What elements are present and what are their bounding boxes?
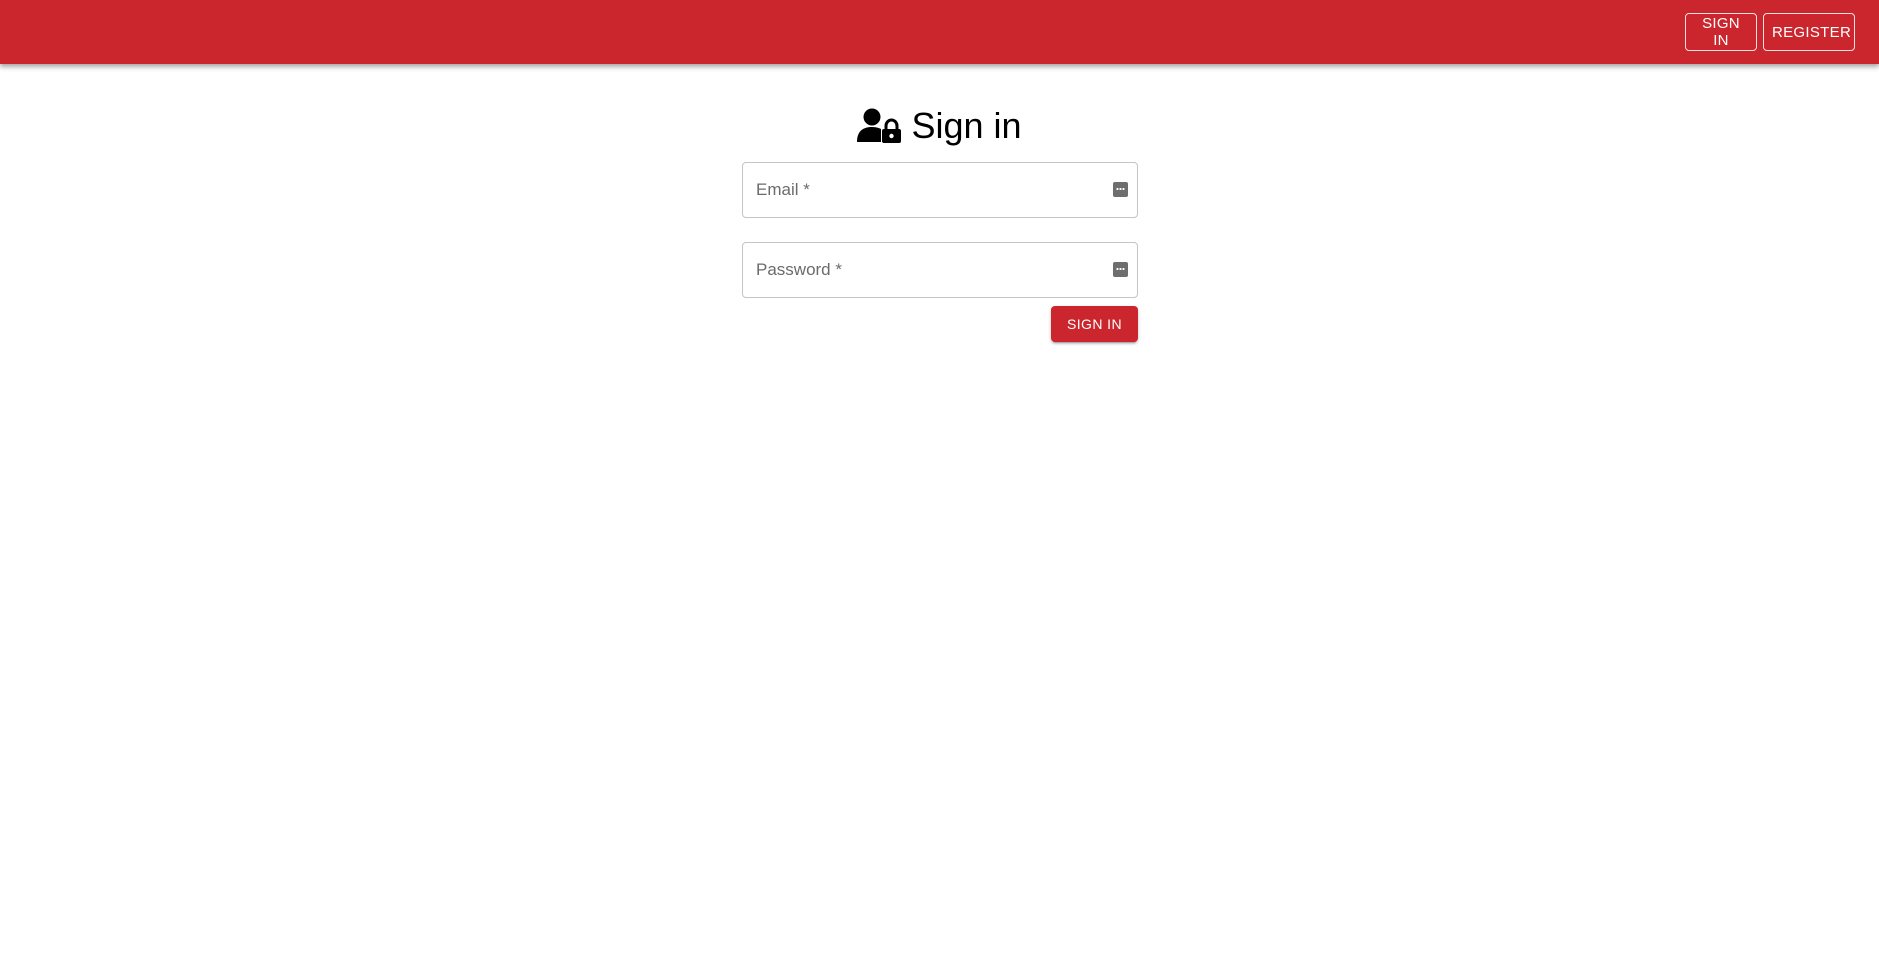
autofill-dots-icon[interactable] — [1113, 262, 1128, 277]
nav-register-button[interactable]: REGISTER — [1763, 13, 1855, 51]
app-bar: SIGN IN REGISTER — [0, 0, 1879, 64]
email-field[interactable] — [742, 162, 1138, 218]
page-title: Sign in — [911, 105, 1022, 146]
autofill-dots-icon[interactable] — [1113, 182, 1128, 197]
email-input[interactable] — [743, 163, 1137, 217]
page-title-row: Sign in — [0, 104, 1879, 148]
main-content: Sign in SIGN IN — [0, 64, 1879, 970]
password-input[interactable] — [743, 243, 1137, 297]
user-lock-icon — [857, 108, 902, 143]
sign-in-submit-button[interactable]: SIGN IN — [1051, 306, 1138, 342]
nav-sign-in-button[interactable]: SIGN IN — [1685, 13, 1757, 51]
password-field[interactable] — [742, 242, 1138, 298]
